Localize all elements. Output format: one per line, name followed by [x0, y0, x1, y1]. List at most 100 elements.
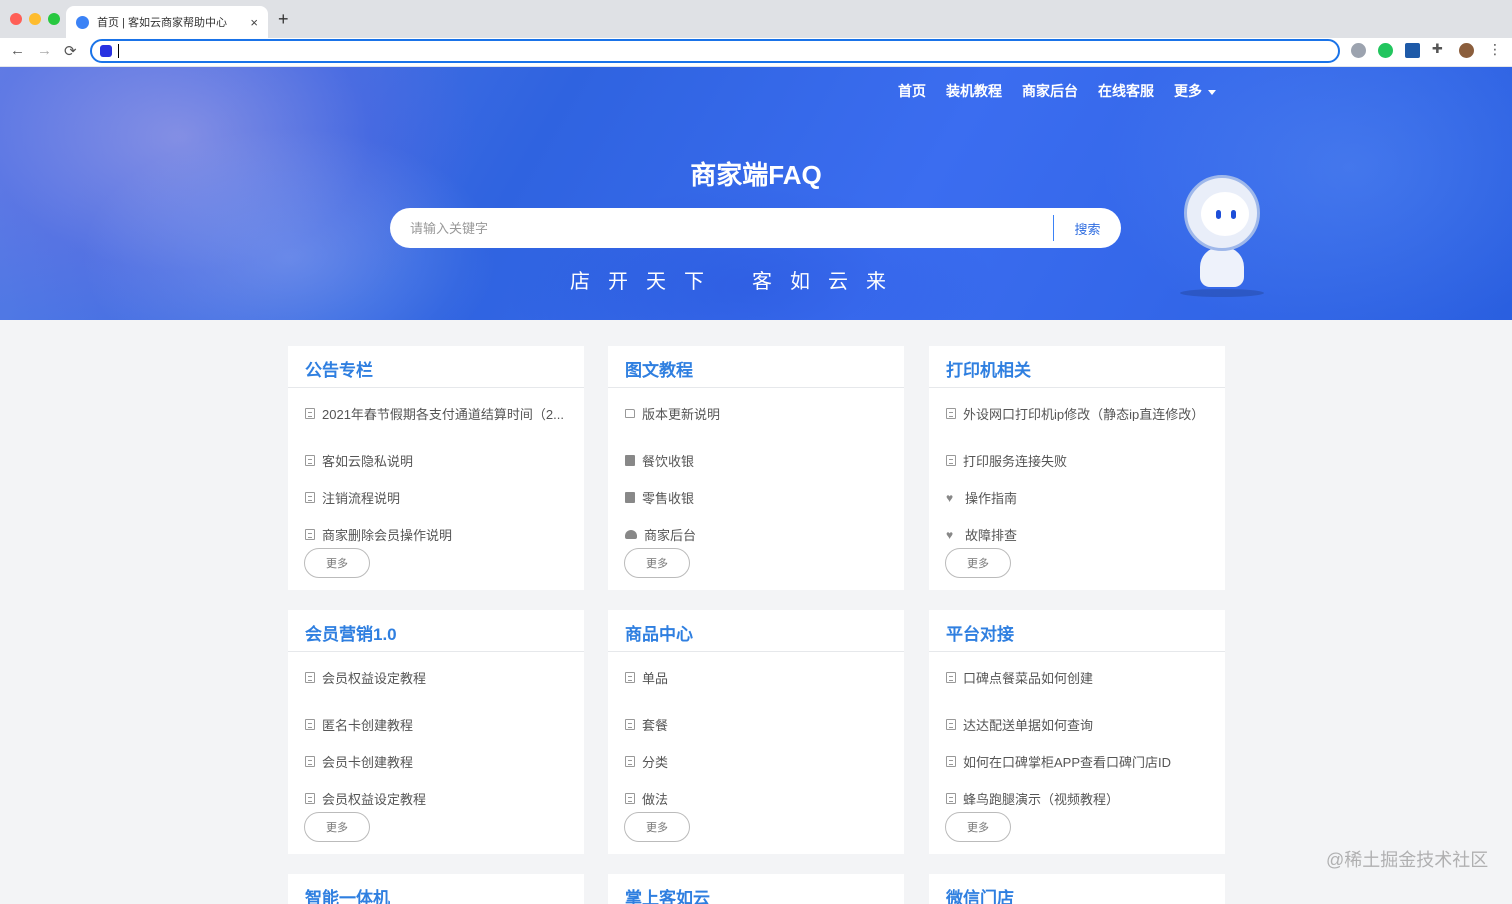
extension-m-icon[interactable] [1405, 43, 1420, 58]
category-card: 微信门店 [929, 874, 1225, 904]
doc-icon [625, 671, 635, 683]
slogan-left: 店开天下 [570, 271, 722, 293]
nav-item-home[interactable]: 首页 [898, 81, 926, 101]
article-link[interactable]: 外设网口打印机ip修改（静态ip直连修改） [946, 405, 1225, 421]
card-title[interactable]: 微信门店 [929, 874, 1225, 904]
category-card: 图文教程 版本更新说明 餐饮收银 零售收银 商家后台 更多 [608, 346, 904, 590]
extensions-puzzle-icon[interactable]: ✚ [1432, 41, 1447, 56]
article-link[interactable]: 会员权益设定教程 [305, 669, 584, 685]
doc-icon [946, 756, 956, 767]
extension-green-icon[interactable] [1378, 43, 1393, 58]
article-link[interactable]: 如何在口碑掌柜APP查看口碑门店ID [946, 743, 1225, 780]
hero-decoration [1100, 67, 1512, 320]
article-link[interactable]: 匿名卡创建教程 [305, 706, 584, 743]
card-title[interactable]: 商品中心 [608, 610, 904, 652]
article-link[interactable]: 分类 [625, 743, 904, 780]
browser-menu-icon[interactable]: ⋮ [1488, 41, 1502, 58]
doc-icon [305, 793, 315, 804]
article-title: 打印服务连接失败 [963, 454, 1068, 469]
article-title: 操作指南 [965, 491, 1018, 506]
article-link[interactable]: 口碑点餐菜品如何创建 [946, 669, 1225, 685]
extension-globe-icon[interactable] [1351, 43, 1366, 58]
browser-tab[interactable]: 首页 | 客如云商家帮助中心 × [66, 6, 268, 38]
article-title: 会员权益设定教程 [322, 670, 427, 686]
hero-decoration [500, 187, 1000, 320]
article-link[interactable]: 客如云隐私说明 [305, 442, 584, 479]
article-title: 单品 [642, 670, 669, 686]
address-bar[interactable] [90, 39, 1340, 63]
article-link[interactable]: 套餐 [625, 706, 904, 743]
back-arrow-icon[interactable]: ← [10, 42, 25, 59]
category-card: 会员营销1.0 会员权益设定教程 匿名卡创建教程 会员卡创建教程 会员权益设定教程 更多 [288, 610, 584, 854]
edit-icon [625, 492, 635, 503]
article-link[interactable]: 单品 [625, 669, 904, 685]
card-article-list: 单品 套餐 分类 做法 [608, 652, 904, 817]
slogan-right: 客如云来 [752, 271, 904, 293]
new-tab-button[interactable]: + [278, 9, 289, 30]
tab-title: 首页 | 客如云商家帮助中心 [97, 17, 227, 29]
article-link[interactable]: 2021年春节假期各支付通道结算时间（2... [305, 405, 584, 421]
site-favicon-icon [76, 15, 89, 29]
card-title[interactable]: 智能一体机 [288, 874, 584, 904]
nav-item-merchant-backend[interactable]: 商家后台 [1022, 81, 1078, 101]
article-link[interactable]: 零售收银 [625, 479, 904, 516]
more-button[interactable]: 更多 [304, 548, 370, 578]
more-button[interactable]: 更多 [624, 548, 690, 578]
text-caret [118, 44, 119, 58]
browser-toolbar: ← → ⟳ ✚ ⋮ [0, 38, 1512, 67]
doc-icon [946, 793, 956, 804]
hero-banner: 首页 装机教程 商家后台 在线客服 更多 商家端FAQ 搜索 店开天下 客如云来 [0, 67, 1512, 320]
search-input[interactable] [390, 208, 1053, 248]
category-card: 平台对接口碑点餐菜品如何创建达达配送单据如何查询如何在口碑掌柜APP查看口碑门店… [929, 610, 1225, 854]
article-link[interactable]: 会员卡创建教程 [305, 743, 584, 780]
category-card: 掌上客如云 [608, 874, 904, 904]
edit-icon [625, 455, 635, 466]
forward-arrow-icon[interactable]: → [37, 42, 52, 59]
card-title[interactable]: 打印机相关 [929, 346, 1225, 388]
article-link[interactable]: 达达配送单据如何查询 [946, 706, 1225, 743]
article-link[interactable]: 打印服务连接失败 [946, 442, 1225, 479]
doc-icon [305, 719, 315, 730]
nav-item-online-service[interactable]: 在线客服 [1098, 81, 1154, 101]
doc-icon [305, 407, 315, 419]
top-navigation: 首页 装机教程 商家后台 在线客服 更多 [898, 81, 1216, 101]
more-button[interactable]: 更多 [304, 812, 370, 842]
article-link[interactable]: 注销流程说明 [305, 479, 584, 516]
more-button[interactable]: 更多 [945, 812, 1011, 842]
nav-more-label: 更多 [1174, 83, 1202, 99]
card-title[interactable]: 会员营销1.0 [288, 610, 584, 652]
more-button[interactable]: 更多 [945, 548, 1011, 578]
tab-close-icon[interactable]: × [250, 15, 258, 30]
article-link[interactable]: 操作指南 [946, 479, 1225, 516]
doc-icon [305, 671, 315, 683]
browser-tab-bar: 首页 | 客如云商家帮助中心 × + [0, 0, 1512, 38]
card-article-list: 版本更新说明 餐饮收银 零售收银 商家后台 [608, 388, 904, 553]
maximize-window-button[interactable] [48, 13, 60, 25]
article-link[interactable]: 版本更新说明 [625, 405, 904, 421]
profile-avatar[interactable] [1459, 43, 1474, 58]
article-title: 2021年春节假期各支付通道结算时间（2... [322, 406, 564, 422]
nav-item-install-tutorial[interactable]: 装机教程 [946, 81, 1002, 101]
close-window-button[interactable] [10, 13, 22, 25]
doc-icon [305, 756, 315, 767]
heart-icon [946, 530, 958, 540]
search-button[interactable]: 搜索 [1054, 219, 1121, 238]
astronaut-mascot-icon [1180, 175, 1264, 297]
reload-icon[interactable]: ⟳ [64, 42, 77, 60]
card-title[interactable]: 掌上客如云 [608, 874, 904, 904]
article-title: 故障排查 [965, 528, 1018, 543]
card-article-list: 2021年春节假期各支付通道结算时间（2... 客如云隐私说明 注销流程说明 商家删除… [288, 388, 584, 553]
nav-item-more[interactable]: 更多 [1174, 81, 1216, 101]
article-link[interactable]: 餐饮收银 [625, 442, 904, 479]
card-title[interactable]: 公告专栏 [288, 346, 584, 388]
article-title: 达达配送单据如何查询 [963, 718, 1094, 733]
more-button[interactable]: 更多 [624, 812, 690, 842]
card-article-list: 会员权益设定教程 匿名卡创建教程 会员卡创建教程 会员权益设定教程 [288, 652, 584, 817]
article-title: 会员卡创建教程 [322, 755, 414, 770]
article-title: 蜂鸟跑腿演示（视频教程） [963, 792, 1120, 807]
card-title[interactable]: 图文教程 [608, 346, 904, 388]
slogan-gap [722, 265, 752, 294]
card-title[interactable]: 平台对接 [929, 610, 1225, 652]
article-title: 分类 [642, 755, 669, 770]
minimize-window-button[interactable] [29, 13, 41, 25]
